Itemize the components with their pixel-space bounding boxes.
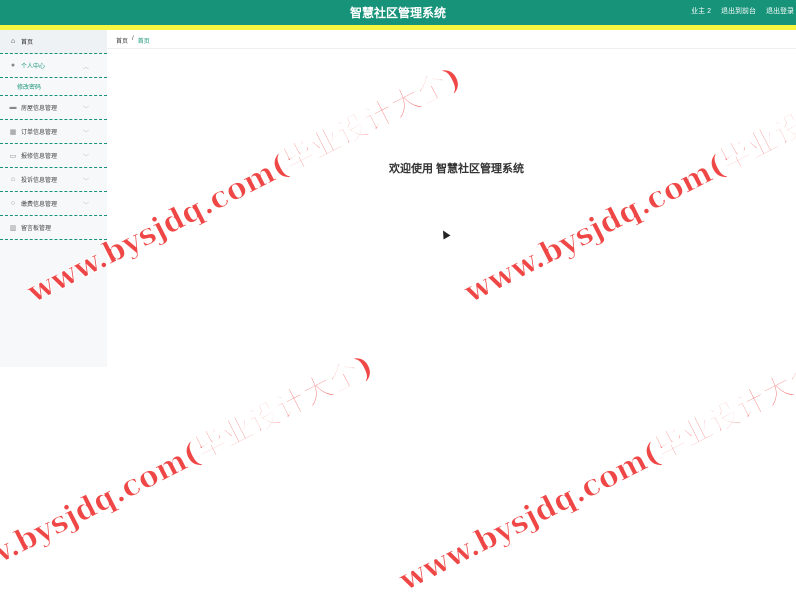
chevron-down-icon: ﹀	[82, 155, 89, 161]
chevron-down-icon: ﹀	[82, 107, 89, 113]
current-user-label: 业主 2	[691, 8, 711, 15]
bank-icon: ⌂	[10, 176, 16, 183]
building-icon: ▥	[9, 224, 17, 232]
home-icon: ⌂	[10, 38, 16, 45]
sidebar-item-label: 个人中心	[21, 64, 46, 70]
watermark-text: www.bysjdq.com(毕业设计大全)	[458, 60, 796, 311]
chat-icon: ▭	[9, 152, 17, 160]
sidebar-subitem-change-password[interactable]: 修改密码	[0, 78, 107, 96]
sidebar-item-repair[interactable]: ▭ 报修信息管理 ﹀	[0, 144, 107, 168]
chevron-down-icon: ﹀	[82, 203, 89, 209]
sidebar-item-complaint[interactable]: ⌂ 投诉信息管理 ﹀	[0, 168, 107, 192]
welcome-text: 欢迎使用 智慧社区管理系统	[389, 163, 525, 175]
chevron-up-icon: ︿	[82, 65, 89, 71]
breadcrumb-current: 首页	[137, 39, 150, 45]
content-divider	[107, 48, 796, 49]
watermark-text: www.bysjdq.com(毕业设计大全)	[393, 348, 796, 599]
watermark-text: www.bysjdq.com(毕业设计大全)	[0, 348, 379, 599]
grid-icon: ▦	[9, 128, 17, 136]
sidebar-item-order[interactable]: ▦ 订单信息管理 ﹀	[0, 120, 107, 144]
sidebar-item-personal-center[interactable]: ● 个人中心 ︿	[0, 54, 107, 78]
sidebar-item-house[interactable]: ▬ 房屋信息管理 ﹀	[0, 96, 107, 120]
breadcrumb-separator: /	[132, 36, 134, 42]
sidebar-item-label: 订单信息管理	[21, 130, 58, 136]
clock-icon: ○	[10, 200, 16, 207]
chevron-down-icon: ﹀	[82, 179, 89, 185]
logout-link[interactable]: 退出登录	[766, 6, 794, 16]
chevron-down-icon: ﹀	[82, 131, 89, 137]
breadcrumb: 首页 / 首页	[116, 36, 150, 45]
accent-bar	[0, 25, 796, 30]
sidebar-item-label: 房屋信息管理	[21, 106, 58, 112]
exit-to-front-link[interactable]: 退出到前台	[721, 6, 756, 16]
sidebar-item-label: 报修信息管理	[21, 154, 58, 160]
sidebar: ⌂ 首页 ● 个人中心 ︿ 修改密码 ▬ 房屋信息管理 ﹀ ▦ 订单信息管理 ﹀…	[0, 30, 107, 367]
top-header: 智慧社区管理系统 业主 2 退出到前台 退出登录	[0, 0, 796, 25]
sidebar-item-label: 首页	[21, 40, 34, 46]
sidebar-item-label: 投诉信息管理	[21, 178, 58, 184]
sidebar-item-payment[interactable]: ○ 缴费信息管理 ﹀	[0, 192, 107, 216]
sidebar-item-label: 缴费信息管理	[21, 202, 58, 208]
mouse-cursor	[439, 228, 451, 240]
sidebar-item-label: 留言板管理	[21, 226, 52, 232]
user-icon: ●	[10, 62, 16, 69]
header-actions: 业主 2 退出到前台 退出登录	[691, 6, 794, 16]
breadcrumb-home-link[interactable]: 首页	[116, 36, 128, 45]
house-icon: ▬	[9, 104, 17, 111]
app-title: 智慧社区管理系统	[349, 6, 446, 20]
sidebar-item-home[interactable]: ⌂ 首页	[0, 30, 107, 54]
